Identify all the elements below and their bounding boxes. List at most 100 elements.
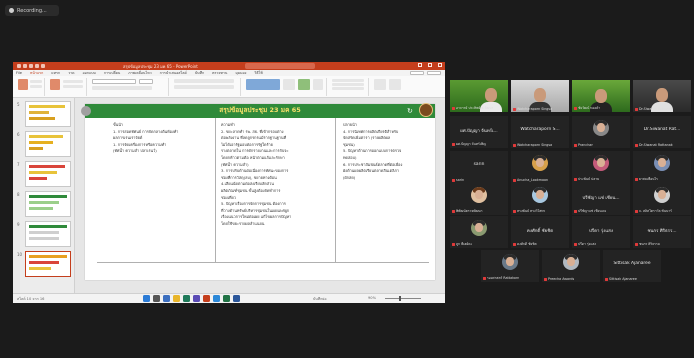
- shape-fill-button[interactable]: [313, 79, 323, 90]
- muted-mic-icon: [635, 177, 638, 181]
- comments-button[interactable]: [410, 71, 424, 75]
- muted-mic-icon: [544, 277, 547, 281]
- undo-icon[interactable]: [29, 64, 33, 68]
- participant-tile[interactable]: sarin sarin: [450, 151, 508, 183]
- participant-tile[interactable]: ยาสมเพื่อนไร: [633, 151, 691, 183]
- participant-tile[interactable]: ผศ.ปัญญา จันทร์เ... ผศ.ปัญญา จันทร์เพ็ญ: [450, 116, 508, 148]
- maximize-icon[interactable]: [428, 63, 432, 67]
- taskview-icon[interactable]: [163, 295, 170, 302]
- redo-icon[interactable]: [35, 64, 39, 68]
- present-icon[interactable]: [41, 64, 45, 68]
- participant-tile[interactable]: Watcharaporn S... Watcharaporn Singsa: [511, 116, 569, 148]
- slide-thumbnail[interactable]: 6: [17, 131, 71, 157]
- designer-button[interactable]: [389, 79, 401, 90]
- participant-tile[interactable]: อาจารย์ ประทิพย์ ส.วัฒนา: [450, 80, 508, 112]
- muted-mic-icon: [605, 277, 608, 281]
- avatar: [532, 187, 548, 203]
- search-icon[interactable]: [153, 295, 160, 302]
- participant-name: Watcharaporn S...: [520, 127, 560, 132]
- explorer-icon[interactable]: [173, 295, 180, 302]
- editing-group: [329, 78, 369, 96]
- muted-mic-icon: [513, 107, 516, 111]
- slide-thumbnail[interactable]: 8: [17, 191, 71, 217]
- participant-name: ผศ.ปัญญา จันทร์เ...: [460, 129, 498, 134]
- minimize-icon[interactable]: [418, 63, 422, 67]
- slide-editor: สรุปข้อมูลประชุม 23 มค 65 ↻ ขั้นนำ 1. กา…: [75, 98, 445, 293]
- copy-button[interactable]: [30, 85, 42, 88]
- participant-tile[interactable]: Dr.Siwanat Rat... Dr.Siwanat Rattanak: [633, 116, 691, 148]
- muted-mic-icon: [513, 242, 516, 246]
- participant-tile[interactable]: ปรีชัญา แช่ เชียน... ปรีชัญาแช่ เชียนเจง: [572, 183, 630, 215]
- cut-button[interactable]: [30, 80, 42, 83]
- share-button[interactable]: [427, 71, 441, 75]
- participant-tile[interactable]: คงศักดิ์ ชัยชิต คงศักดิ์ ชัยชิต: [511, 216, 569, 248]
- paste-button[interactable]: [18, 79, 28, 90]
- participant-tile[interactable]: Pranchan: [572, 116, 630, 148]
- slide-thumbnail[interactable]: 9: [17, 221, 71, 247]
- participant-tile[interactable]: Watcharaporn Singsa: [511, 80, 569, 112]
- participant-name: Sittisak Ajanaree: [613, 261, 651, 266]
- shapes-gallery[interactable]: [246, 79, 280, 90]
- close-icon[interactable]: [438, 63, 442, 67]
- participant-tile[interactable]: ปรีดา รุ่งแสง ปรีดา รุ่งแสง: [572, 216, 630, 248]
- zoom-slider[interactable]: [385, 298, 421, 299]
- layout-button[interactable]: [63, 80, 83, 83]
- quick-styles-button[interactable]: [298, 79, 310, 90]
- align-buttons[interactable]: [174, 85, 234, 89]
- quick-access-toolbar: [13, 64, 45, 68]
- slide-thumbnail[interactable]: 7: [17, 161, 71, 187]
- participant-tile[interactable]: ลูก พีเฮย์คะ: [450, 216, 508, 248]
- replace-button[interactable]: [332, 83, 364, 86]
- font-size-select[interactable]: [139, 79, 153, 84]
- window-title: สรุปข้อมูลประชุม 23 มค 65 - PowerPoint: [123, 63, 198, 69]
- participant-tile[interactable]: ประพันธ์ ปลาย: [572, 151, 630, 183]
- start-icon[interactable]: [143, 295, 150, 302]
- word-icon[interactable]: [233, 295, 240, 302]
- find-button[interactable]: [332, 79, 364, 82]
- search-box[interactable]: [245, 63, 315, 69]
- participant-tile[interactable]: Preecha Awards: [542, 250, 600, 282]
- refresh-icon: ↻: [407, 107, 413, 115]
- participant-tile[interactable]: Dr.Siwanat Rattanak: [633, 80, 691, 112]
- participant-tile[interactable]: ชนกร ศิริธรร... ชนกร ศิริธรรม: [633, 216, 691, 248]
- excel-icon[interactable]: [223, 295, 230, 302]
- select-button[interactable]: [332, 87, 364, 90]
- tab-file[interactable]: File: [16, 71, 22, 75]
- teams-icon[interactable]: [193, 295, 200, 302]
- table-divider: [215, 118, 216, 262]
- font-style-buttons[interactable]: [92, 86, 152, 90]
- arrange-button[interactable]: [283, 79, 295, 90]
- powerpoint-icon[interactable]: [203, 295, 210, 302]
- participant-tile[interactable]: Sittisak Ajanaree Sittisak Ajanaree: [603, 250, 661, 282]
- muted-mic-icon: [513, 178, 516, 182]
- notes-button[interactable]: บันทึกย่อ: [313, 296, 327, 302]
- new-slide-button[interactable]: [50, 79, 60, 90]
- recording-indicator[interactable]: Recording...: [5, 5, 59, 16]
- clipboard-group: [15, 78, 45, 96]
- participant-tile[interactable]: ชัยวัฒน์ ทองคำ: [572, 80, 630, 112]
- participant-name: คงศักดิ์ ชัยชิต: [526, 229, 554, 234]
- list-buttons[interactable]: [174, 79, 234, 83]
- slide-thumbnail-selected[interactable]: 10: [17, 251, 71, 277]
- slide-title: สรุปข้อมูลประชุม 23 มค 65: [219, 106, 301, 114]
- participant-tile[interactable]: รองศาสตร์ Rattakorn: [481, 250, 539, 282]
- zoom-slider-handle[interactable]: [399, 296, 401, 301]
- participant-tile[interactable]: Anucha_Lookmoon: [511, 151, 569, 183]
- participant-tile[interactable]: จ. สลิสโตราวัล ซันนาร์: [633, 183, 691, 215]
- muted-mic-icon: [452, 178, 455, 182]
- edge-icon[interactable]: [183, 295, 190, 302]
- current-slide[interactable]: สรุปข้อมูลประชุม 23 มค 65 ↻ ขั้นนำ 1. กา…: [81, 103, 435, 280]
- text-column-2: ความทำ 2. ขยะลาดทำ รพ. สธ. ที่เข้ากรอบต่…: [221, 122, 292, 226]
- font-family-select[interactable]: [92, 79, 136, 84]
- muted-mic-icon: [574, 177, 577, 181]
- zoom-icon[interactable]: [213, 295, 220, 302]
- reset-button[interactable]: [63, 85, 83, 88]
- text-column-1: ขั้นนำ 1. การสอดทัศนย์ การจัดกลางต้นห้อง…: [113, 122, 179, 154]
- participant-tile[interactable]: พิพัฒน์ตรวจพัฒนา: [450, 183, 508, 215]
- zoom-level[interactable]: 90%: [368, 296, 376, 300]
- save-icon[interactable]: [23, 64, 27, 68]
- participant-tile[interactable]: ทรงพันธ์ ทรงวิโสทร: [511, 183, 569, 215]
- autosave-icon[interactable]: [17, 64, 21, 68]
- slide-thumbnail[interactable]: 5: [17, 101, 71, 127]
- dictate-button[interactable]: [374, 79, 386, 90]
